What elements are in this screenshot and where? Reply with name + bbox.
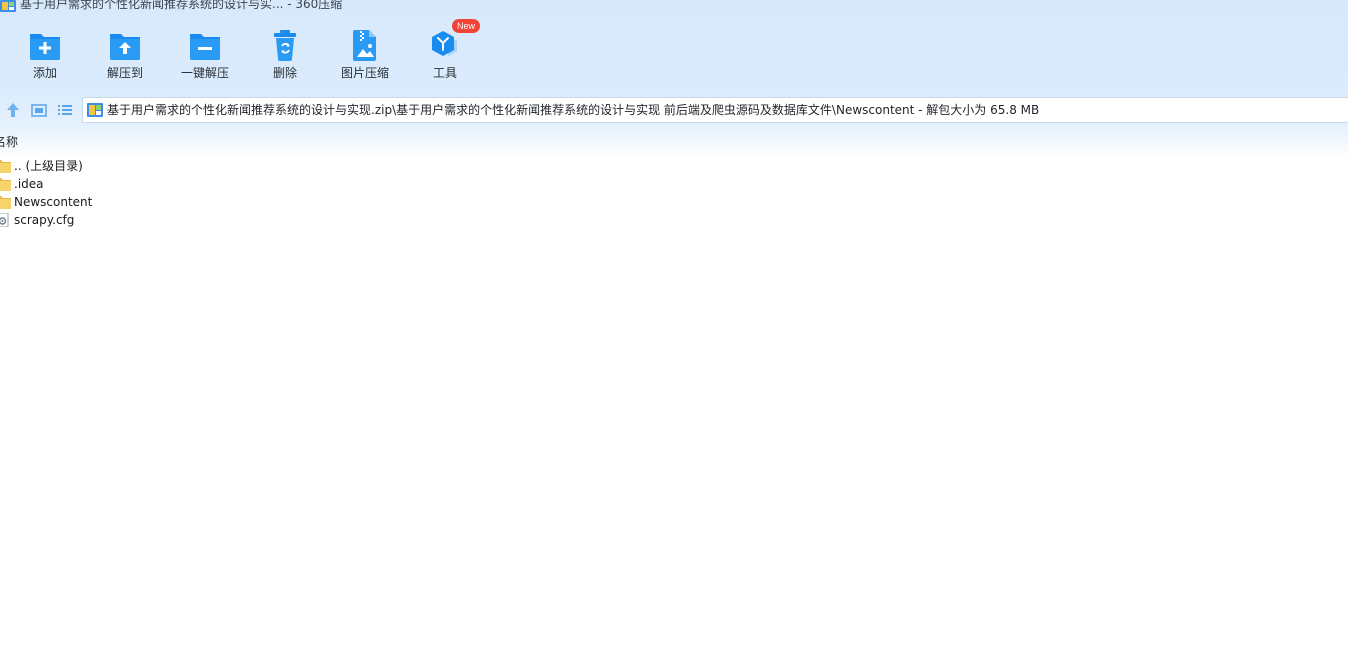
list-item-scrapy-cfg[interactable]: scrapy.cfg <box>0 211 300 229</box>
top-panel: 基于用户需求的个性化新闻推荐系统的设计与实... - 360压缩 添加 解压到 … <box>0 0 1348 158</box>
main-toolbar: 添加 解压到 一键解压 删除 图片压缩 New 工具 <box>0 19 520 86</box>
list-view-icon <box>58 105 72 115</box>
address-row: 基于用户需求的个性化新闻推荐系统的设计与实现.zip\基于用户需求的个性化新闻推… <box>0 95 1348 125</box>
zip-archive-icon <box>87 103 103 117</box>
extract-to-button[interactable]: 解压到 <box>85 26 165 84</box>
title-bar: 基于用户需求的个性化新闻推荐系统的设计与实... - 360压缩 <box>0 0 600 14</box>
new-badge: New <box>452 19 481 33</box>
delete-label: 删除 <box>272 66 297 80</box>
thumbnail-view-icon <box>31 104 47 117</box>
config-file-icon <box>0 213 11 227</box>
file-name: .. (上级目录) <box>14 159 83 173</box>
address-path: 基于用户需求的个性化新闻推荐系统的设计与实现.zip\基于用户需求的个性化新闻推… <box>107 103 1040 117</box>
image-compress-icon <box>347 28 383 62</box>
delete-button[interactable]: 删除 <box>245 26 325 84</box>
list-item-newscontent[interactable]: Newscontent <box>0 193 300 211</box>
recycle-bin-icon <box>267 28 303 62</box>
tools-label: 工具 <box>432 66 457 80</box>
tools-cube-icon <box>427 28 463 62</box>
file-list: .. (上级目录) .idea Newscontent scrapy.cfg <box>0 157 600 229</box>
list-view-button[interactable] <box>55 100 75 120</box>
file-name: .idea <box>14 177 44 191</box>
one-click-extract-icon <box>187 28 223 62</box>
column-header-name[interactable]: 名称 <box>0 135 18 149</box>
thumbnail-view-button[interactable] <box>29 100 49 120</box>
extract-to-icon <box>107 28 143 62</box>
list-item-idea[interactable]: .idea <box>0 175 300 193</box>
address-bar[interactable]: 基于用户需求的个性化新闻推荐系统的设计与实现.zip\基于用户需求的个性化新闻推… <box>82 97 1348 123</box>
app-window: 基于用户需求的个性化新闻推荐系统的设计与实... - 360压缩 添加 解压到 … <box>0 0 1348 656</box>
window-title: 基于用户需求的个性化新闻推荐系统的设计与实... - 360压缩 <box>20 0 343 11</box>
add-button[interactable]: 添加 <box>5 26 85 84</box>
add-folder-icon <box>27 28 63 62</box>
app-logo-icon <box>0 0 16 12</box>
up-level-button[interactable] <box>3 100 23 120</box>
one-click-extract-button[interactable]: 一键解压 <box>165 26 245 84</box>
image-compress-label: 图片压缩 <box>340 66 389 80</box>
tools-button[interactable]: New 工具 <box>405 19 485 84</box>
arrow-up-icon <box>7 103 19 117</box>
extract-to-label: 解压到 <box>106 66 143 80</box>
file-name: Newscontent <box>14 195 93 209</box>
image-compress-button[interactable]: 图片压缩 <box>325 26 405 84</box>
folder-icon <box>0 195 11 209</box>
folder-icon <box>0 159 11 173</box>
add-label: 添加 <box>32 66 57 80</box>
one-click-extract-label: 一键解压 <box>180 66 229 80</box>
folder-icon <box>0 177 11 191</box>
list-item-parent-dir[interactable]: .. (上级目录) <box>0 157 300 175</box>
file-name: scrapy.cfg <box>14 213 75 227</box>
